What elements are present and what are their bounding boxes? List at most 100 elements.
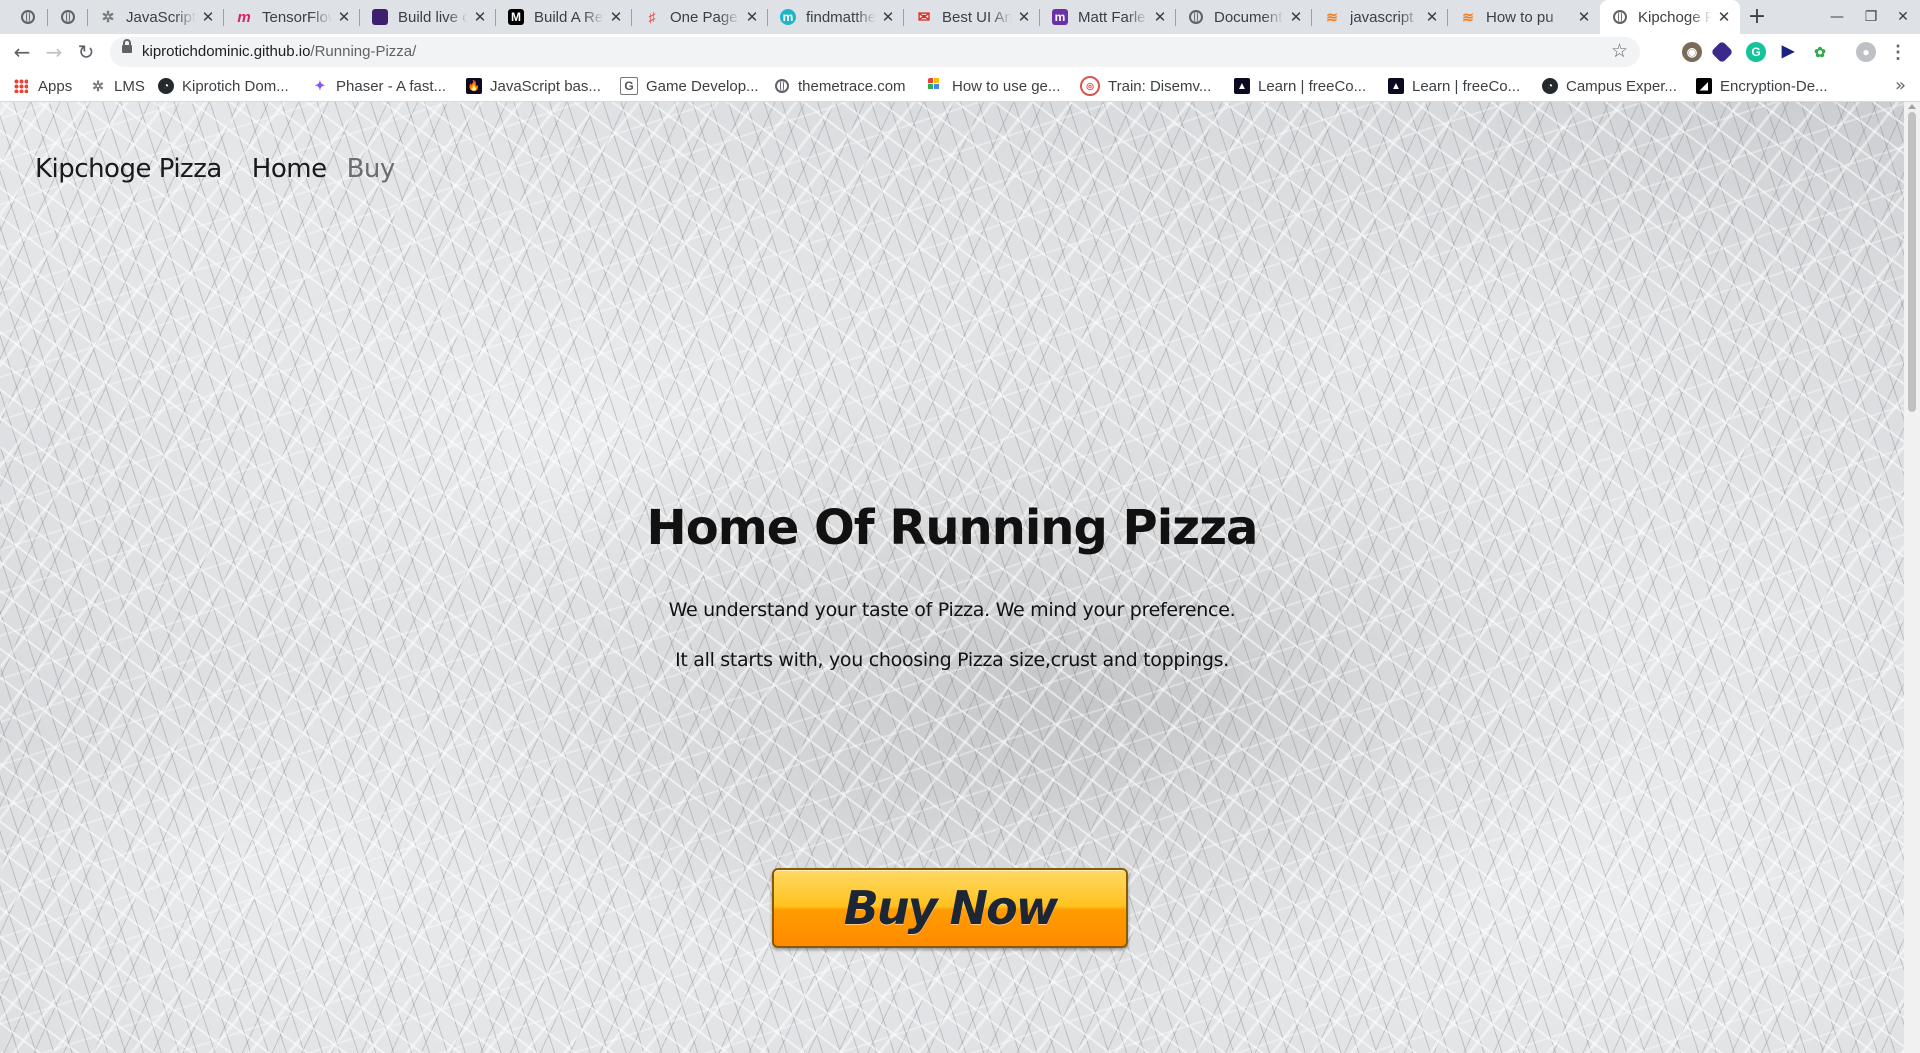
findmatthew-icon: m [780,9,796,25]
grammarly-icon[interactable]: G [1746,42,1766,62]
lock-icon [122,39,132,53]
globe-icon [1612,9,1628,25]
tab[interactable]: ✉ Best UI An ✕ [904,0,1040,34]
tab-strip: ✲ JavaScript ✕ m TensorFlow ✕ Build live… [0,0,1920,34]
bookmark-item[interactable]: ✦ Phaser - A fast... [312,70,447,102]
medium-icon: M [508,9,524,25]
tensorflow-icon: m [237,8,251,26]
game-dev-icon: G [620,77,638,95]
nav-home-link[interactable]: Home [252,154,327,184]
freecodecamp-icon: 🔥 [466,78,482,94]
close-icon[interactable]: ✕ [200,8,216,26]
extension-icon[interactable]: ▶ [1778,42,1798,62]
bookmark-item[interactable]: ◔ Campus Exper... [1542,70,1677,102]
gmail-icon: ✉ [917,9,931,26]
bookmark-item[interactable]: How to use ge... [928,70,1060,102]
matt-farley-icon: m [1052,9,1068,25]
bookmarks-bar: Apps ✲ LMS ◔ Kiprotich Dom... ✦ Phaser -… [0,70,1920,102]
grid-icon [928,78,944,94]
back-button[interactable]: ← [8,38,36,66]
bookmark-item[interactable]: G Game Develop... [620,70,759,102]
url-text[interactable]: kiprotichdominic.github.io/Running-Pizza… [142,43,416,60]
nav-buy-link[interactable]: Buy [347,154,396,184]
site-navbar: Kipchoge Pizza Home Buy [35,154,415,184]
address-bar[interactable]: kiprotichdominic.github.io/Running-Pizza… [110,37,1640,67]
lms-icon: ✲ [92,77,104,94]
tab[interactable]: m TensorFlow ✕ [224,0,360,34]
close-icon[interactable]: ✕ [336,8,352,26]
extension-icon[interactable]: ◉ [1682,42,1702,62]
tab[interactable] [48,0,88,34]
bookmark-star-icon[interactable]: ☆ [1611,40,1628,63]
tab[interactable]: Document ✕ [1176,0,1312,34]
phaser-icon: ✦ [314,78,326,93]
extension-icon[interactable]: ✿ [1810,42,1830,62]
restore-button[interactable]: ❐ [1854,0,1888,34]
tab-title: TensorFlow [262,8,332,26]
close-icon[interactable]: ✕ [1424,8,1440,26]
bookmark-apps[interactable]: Apps [14,70,72,102]
close-window-button[interactable]: ✕ [1886,0,1920,34]
tab-active[interactable]: Kipchoge F ✕ [1600,0,1740,34]
close-icon[interactable]: ✕ [1016,8,1032,26]
bookmark-item[interactable]: ▲ Learn | freeCo... [1388,70,1520,102]
bookmark-item[interactable]: ▲ Learn | freeCo... [1234,70,1366,102]
bookmark-item[interactable]: ◢ Encryption-De... [1696,70,1828,102]
tab[interactable]: m findmatthe ✕ [768,0,904,34]
onepage-icon: ♯ [648,9,656,25]
tab-title: JavaScript [126,8,196,26]
page-scrollbar[interactable] [1904,102,1920,1053]
close-icon[interactable]: ✕ [880,8,896,26]
chevron-more-icon[interactable]: » [1895,70,1906,102]
globe-icon [60,9,76,25]
tab-title: Document [1214,8,1283,26]
hero-tagline: We understand your taste of Pizza. We mi… [668,599,1236,621]
close-icon[interactable]: ✕ [1152,8,1168,26]
close-icon[interactable]: ✕ [1576,8,1592,26]
tab[interactable]: ♯ One Page ✕ [632,0,768,34]
close-icon[interactable]: ✕ [608,8,624,26]
scroll-up-arrow-icon[interactable] [1908,104,1916,109]
forward-button[interactable]: → [40,38,68,66]
buy-now-button[interactable]: Buy Now [772,868,1128,948]
tab-title: findmatthe [806,8,876,26]
tab-title: Build live c [398,8,468,26]
bookmark-item[interactable]: ✲ LMS [90,70,145,102]
tab[interactable]: Build live c ✕ [360,0,496,34]
close-icon[interactable]: ✕ [1288,8,1304,26]
close-icon[interactable]: ✕ [744,8,760,26]
tab[interactable] [8,0,48,34]
tab[interactable]: M Build A Re ✕ [496,0,632,34]
globe-icon [1188,9,1204,25]
hero-title: Home Of Running Pizza [646,500,1259,556]
tab[interactable]: ≋ javascript ✕ [1312,0,1448,34]
freecodecamp-icon: ▲ [1234,78,1250,94]
tab-title: Matt Farle [1078,8,1146,26]
browser-toolbar: ← → ↻ kiprotichdominic.github.io/Running… [0,34,1920,70]
tab[interactable]: ✲ JavaScript ✕ [88,0,224,34]
javascript-tab-icon: ✲ [101,9,115,26]
scrollbar-thumb[interactable] [1908,112,1916,412]
close-icon[interactable]: ✕ [472,8,488,26]
extension-icon[interactable] [1710,40,1734,64]
github-icon: ◔ [158,78,174,94]
bookmark-item[interactable]: ◔ Kiprotich Dom... [158,70,289,102]
menu-icon[interactable]: ⋮ [1888,42,1908,62]
bookmark-item[interactable]: 🔥 JavaScript bas... [466,70,601,102]
bookmark-item[interactable]: ◎ Train: Disemv... [1080,70,1211,102]
stackoverflow-icon: ≋ [1462,8,1474,25]
tab[interactable]: ≋ How to pu ✕ [1448,0,1600,34]
new-tab-button[interactable]: + [1744,4,1770,30]
codewars-icon: ◎ [1080,76,1100,96]
tab[interactable]: m Matt Farle ✕ [1040,0,1176,34]
minimize-button[interactable]: — [1820,0,1854,34]
reload-button[interactable]: ↻ [72,38,100,66]
site-brand[interactable]: Kipchoge Pizza [35,154,222,184]
profile-avatar[interactable]: ● [1856,42,1876,62]
page-viewport: Kipchoge Pizza Home Buy Home Of Running … [0,102,1904,1053]
close-icon[interactable]: ✕ [1716,8,1732,26]
apps-grid-icon [14,79,28,93]
bookmark-item[interactable]: themetrace.com [774,70,906,102]
tab-title: javascript [1350,8,1414,26]
tab-title: Best UI An [942,8,1012,26]
